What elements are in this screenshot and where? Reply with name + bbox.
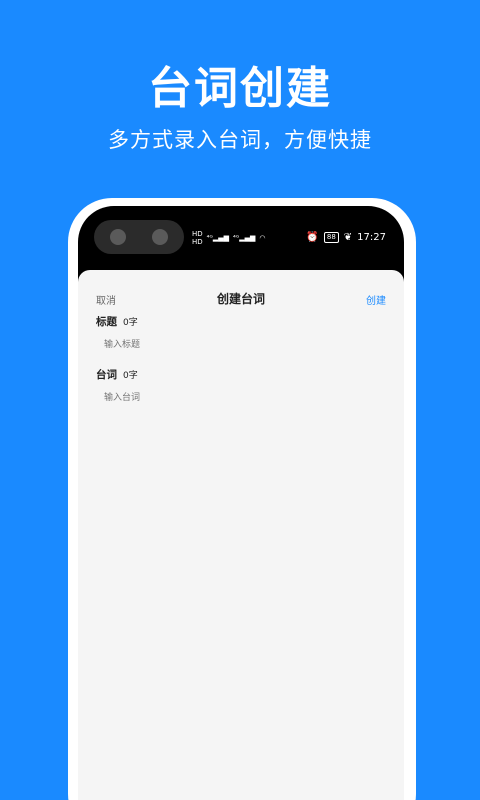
phone-side-button — [410, 450, 416, 494]
line-field-label-row: 台词 0字 — [96, 367, 138, 382]
status-bar-right: ⏰ 88 ❦ 17:27 — [306, 232, 386, 243]
line-char-count: 0字 — [123, 371, 138, 381]
wifi-icon: ◠ — [259, 234, 266, 242]
promo-title: 台词创建 — [148, 63, 332, 114]
camera-lens-icon — [152, 229, 168, 245]
create-button[interactable]: 创建 — [366, 292, 386, 307]
title-field-label: 标题 — [96, 316, 117, 328]
hd-signal-icon: HD HD — [192, 230, 203, 246]
alarm-icon: ⏰ — [306, 232, 319, 243]
app-sheet: 取消 创建台词 创建 标题 0字 台词 0字 — [78, 270, 404, 800]
line-input[interactable] — [104, 391, 374, 405]
phone-screen: HD HD ⁴ᴳ▂▄▆ ⁴ᴳ▂▄▆ ◠ ⏰ 88 ❦ 17:27 取消 创建台词 … — [78, 206, 404, 800]
status-bar-left: HD HD ⁴ᴳ▂▄▆ ⁴ᴳ▂▄▆ ◠ — [192, 230, 266, 246]
line-field-label: 台词 — [96, 369, 117, 381]
battery-icon: 88 — [323, 232, 339, 243]
title-char-count: 0字 — [123, 318, 138, 328]
nav-bar: 取消 创建台词 创建 — [78, 270, 404, 310]
title-input[interactable] — [104, 338, 374, 352]
status-time: 17:27 — [357, 232, 386, 243]
camera-lens-icon — [110, 229, 126, 245]
signal-4g-icon: ⁴ᴳ▂▄▆ — [206, 234, 230, 242]
signal-4g-icon: ⁴ᴳ▂▄▆ — [233, 234, 256, 242]
promo-subtitle: 多方式录入台词，方便快捷 — [108, 128, 372, 152]
camera-pill — [94, 220, 184, 254]
title-field-label-row: 标题 0字 — [96, 314, 138, 329]
leaf-icon: ❦ — [343, 232, 353, 243]
phone-side-button — [410, 330, 416, 416]
page-title: 创建台词 — [216, 292, 265, 306]
